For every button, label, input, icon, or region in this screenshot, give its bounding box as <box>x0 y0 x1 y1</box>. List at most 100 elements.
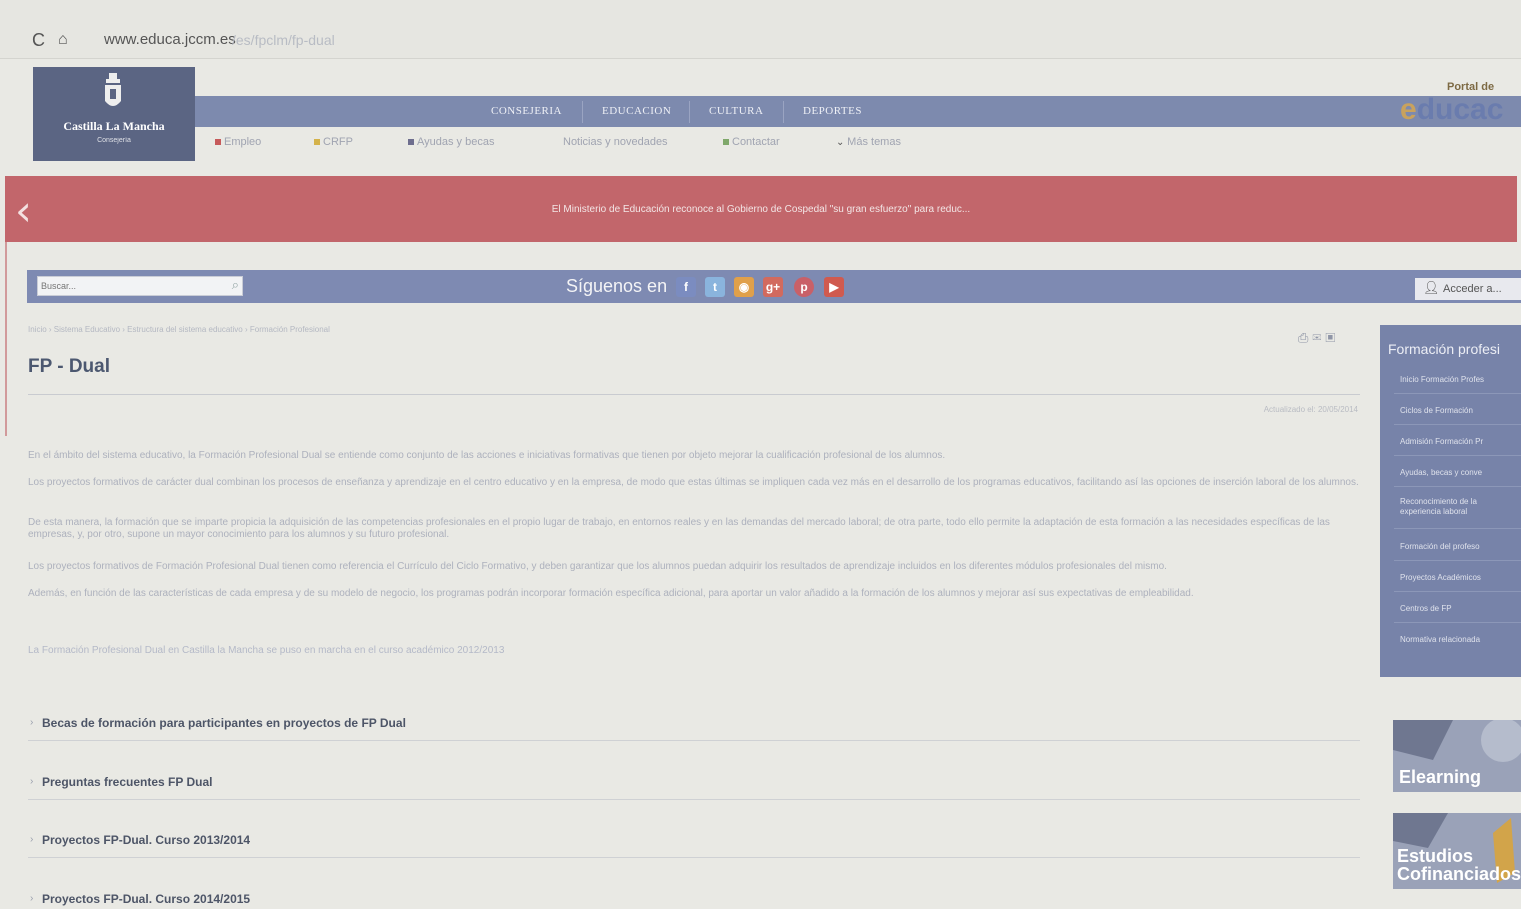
sidebar-divider <box>1394 591 1521 592</box>
subnav-noticias[interactable]: Noticias y novedades <box>563 136 668 148</box>
sidebar-menu: Formación profesi Inicio Formación Profe… <box>1380 325 1521 677</box>
sidebar-item[interactable]: Ayudas, becas y conve <box>1400 468 1482 477</box>
nav-cultura[interactable]: CULTURA <box>709 105 763 117</box>
sidebar-heading: Formación profesi <box>1388 341 1501 357</box>
sidebar-item[interactable]: Inicio Formación Profes <box>1400 375 1484 384</box>
access-label: Acceder a... <box>1443 283 1502 295</box>
square-icon <box>215 139 221 146</box>
sidebar-item[interactable]: Centros de FP <box>1400 604 1452 613</box>
sidebar-divider <box>1394 393 1521 394</box>
accordion-item[interactable]: › Proyectos FP-Dual. Curso 2014/2015 <box>28 886 1360 909</box>
paragraph: En el ámbito del sistema educativo, la F… <box>28 450 946 461</box>
news-carousel: ‹ El Ministerio de Educación reconoce al… <box>5 176 1517 242</box>
breadcrumb[interactable]: Inicio › Sistema Educativo › Estructura … <box>28 325 330 334</box>
carousel-headline[interactable]: El Ministerio de Educación reconoce al G… <box>5 204 1517 215</box>
rss-icon[interactable]: ◉ <box>734 277 754 297</box>
url-path: /es/fpclm/fp-dual <box>232 32 335 48</box>
home-icon[interactable]: ⌂ <box>58 31 68 49</box>
search-icon[interactable]: ⌕ <box>232 277 239 293</box>
portal-brand[interactable]: educac <box>1400 93 1503 127</box>
site-logo[interactable]: Castilla La Mancha Consejería <box>33 67 195 161</box>
paragraph: De esta manera, la formación que se impa… <box>28 517 1330 540</box>
url-host: www.educa.jccm.es <box>104 31 236 48</box>
sidebar-divider <box>1394 528 1521 529</box>
subnav-contactar[interactable]: Contactar <box>723 136 780 148</box>
tile-label: Estudios Cofinanciados <box>1397 846 1521 884</box>
print-icon[interactable]: ⎙ <box>1298 330 1312 345</box>
sidebar-item[interactable]: Ciclos de Formación <box>1400 406 1473 415</box>
accordion-label: Proyectos FP-Dual. Curso 2013/2014 <box>42 833 251 847</box>
search-input[interactable] <box>41 278 221 294</box>
sidebar-item[interactable]: Normativa relacionada <box>1400 635 1480 644</box>
sidebar-divider <box>1394 560 1521 561</box>
reload-icon[interactable]: C <box>32 30 45 51</box>
page-tools: ⎙✉▣ <box>1298 330 1339 346</box>
subnav-crfp[interactable]: CRFP <box>314 136 353 148</box>
nav-consejeria[interactable]: CONSEJERIA <box>491 105 562 117</box>
accordion-item[interactable]: › Proyectos FP-Dual. Curso 2013/2014 <box>28 827 1360 858</box>
sidebar-item[interactable]: Admisión Formación Pr <box>1400 437 1483 446</box>
nav-divider <box>783 101 784 123</box>
subnav-mas-temas[interactable]: ⌄ Más temas <box>836 136 901 148</box>
brand-text: ducac <box>1416 93 1504 126</box>
square-icon <box>408 139 414 146</box>
tile-label: Elearning <box>1399 767 1482 787</box>
elearning-banner[interactable]: Elearning <box>1393 720 1521 792</box>
follow-us-label: Síguenos en <box>566 276 668 296</box>
chevron-right-icon: › <box>30 834 34 845</box>
portal-label: Portal de <box>1447 81 1495 93</box>
sidebar-item[interactable]: Proyectos Académicos <box>1400 573 1481 582</box>
browser-toolbar: C ⌂ www.educa.jccm.es /es/fpclm/fp-dual <box>0 0 1521 59</box>
nav-deportes[interactable]: DEPORTES <box>803 105 862 117</box>
updated-date: Actualizado el: 20/05/2014 <box>1263 405 1358 414</box>
sidebar-divider <box>1394 622 1521 623</box>
square-icon <box>314 139 320 146</box>
page-title: FP - Dual <box>28 356 110 377</box>
paragraph: Además, en función de las característica… <box>28 588 1194 599</box>
paragraph: Los proyectos formativos de Formación Pr… <box>28 561 1167 572</box>
user-icon: 👤︎ <box>1423 280 1440 295</box>
brand-e: e <box>1400 93 1417 126</box>
square-icon <box>723 139 729 146</box>
subnav-ayudas[interactable]: Ayudas y becas <box>408 136 494 148</box>
accordion-item[interactable]: › Preguntas frecuentes FP Dual <box>28 769 1360 800</box>
pdf-icon[interactable]: ▣ <box>1325 330 1339 345</box>
chevron-right-icon: › <box>30 717 34 728</box>
title-divider <box>28 394 1360 395</box>
crest-icon <box>105 73 121 106</box>
accordion-item[interactable]: › Becas de formación para participantes … <box>28 710 1360 741</box>
googleplus-icon[interactable]: g+ <box>763 277 783 297</box>
chevron-right-icon: › <box>30 893 34 904</box>
paragraph-link[interactable]: La Formación Profesional Dual en Castill… <box>28 645 1360 657</box>
nav-divider <box>689 101 690 123</box>
search-box: ⌕ <box>37 276 243 296</box>
email-icon[interactable]: ✉ <box>1312 330 1325 345</box>
subnav-label: Ayudas y becas <box>417 136 495 148</box>
youtube-icon[interactable]: ▶ <box>824 277 844 297</box>
sidebar-item[interactable]: Formación del profeso <box>1400 542 1480 551</box>
nav-divider <box>582 101 583 123</box>
facebook-icon[interactable]: f <box>676 277 696 297</box>
chevron-down-icon: ⌄ <box>836 137 848 148</box>
subnav-label: CRFP <box>323 136 353 148</box>
twitter-icon[interactable]: t <box>705 277 725 297</box>
paragraph: Los proyectos formativos de carácter dua… <box>28 477 1359 488</box>
subnav-label: Empleo <box>224 136 262 148</box>
subnav-label: Contactar <box>732 136 780 148</box>
access-button[interactable]: 👤︎ Acceder a... <box>1415 278 1521 300</box>
logo-name: Castilla La Mancha <box>63 119 165 133</box>
sidebar-item[interactable]: Reconocimiento de la experiencia laboral <box>1400 497 1518 517</box>
accordion-label: Becas de formación para participantes en… <box>42 716 406 730</box>
cofinanciados-banner[interactable]: Estudios Cofinanciados <box>1393 813 1521 889</box>
pinterest-icon[interactable]: p <box>794 277 814 297</box>
chevron-right-icon: › <box>30 776 34 787</box>
subnav-label: Noticias y novedades <box>563 136 668 148</box>
accordion-label: Preguntas frecuentes FP Dual <box>42 775 213 789</box>
subnav-empleo[interactable]: Empleo <box>215 136 261 148</box>
accordion-label: Proyectos FP-Dual. Curso 2014/2015 <box>42 892 251 906</box>
sidebar-divider <box>1394 455 1521 456</box>
sidebar-divider <box>1394 486 1521 487</box>
nav-educacion[interactable]: EDUCACION <box>602 105 671 117</box>
sidebar-divider <box>1394 424 1521 425</box>
page-edge <box>5 176 7 436</box>
